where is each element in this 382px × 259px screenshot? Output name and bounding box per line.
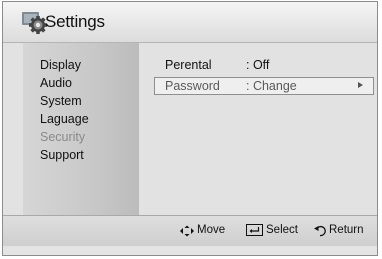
parental-label: Perental <box>165 58 212 72</box>
sidebar-item-system[interactable]: System <box>40 94 82 108</box>
bottom-strip <box>3 246 377 255</box>
chevron-right-icon <box>358 82 363 88</box>
content-area: Display Audio System Laguage Security Su… <box>3 43 377 215</box>
password-label: Password <box>165 79 220 93</box>
return-arrow-icon <box>314 225 326 237</box>
sidebar-item-security[interactable]: Security <box>40 130 85 144</box>
sidebar-item-display[interactable]: Display <box>40 58 81 72</box>
settings-screen: Settings Display Audio System Laguage Se… <box>2 1 378 256</box>
footer-hints: Move Select Return <box>3 215 377 247</box>
enter-key-icon <box>246 224 263 236</box>
sidebar: Display Audio System Laguage Security Su… <box>23 43 139 215</box>
password-value: : Change <box>246 79 297 93</box>
gear-icon <box>22 12 47 34</box>
parental-value: : Off <box>246 58 270 72</box>
sidebar-item-audio[interactable]: Audio <box>40 76 72 90</box>
return-label: Return <box>329 224 364 236</box>
page-title: Settings <box>45 12 105 31</box>
password-row[interactable]: Password : Change <box>154 77 374 95</box>
sidebar-item-support[interactable]: Support <box>40 148 84 162</box>
security-options-panel: Perental : Off Password : Change <box>149 43 377 215</box>
move-arrows-icon <box>180 225 194 237</box>
sidebar-item-language[interactable]: Laguage <box>40 112 89 126</box>
move-label: Move <box>197 224 226 236</box>
select-label: Select <box>266 224 298 236</box>
title-bar: Settings <box>3 2 377 43</box>
